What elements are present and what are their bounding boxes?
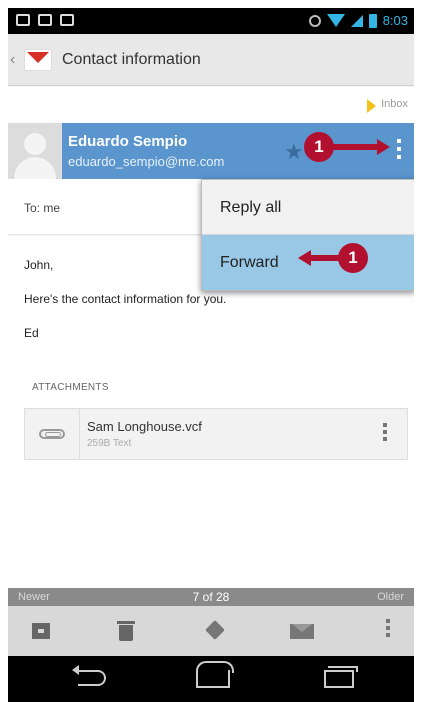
notification-icon [60, 14, 74, 26]
page-title: Contact information [62, 50, 201, 68]
sender-name: Eduardo Sempio [68, 133, 188, 150]
avatar[interactable] [8, 123, 62, 179]
bottom-toolbar [8, 606, 414, 656]
status-bar: 8:03 [8, 8, 414, 34]
status-notifications [16, 14, 74, 26]
gmail-icon[interactable] [24, 48, 52, 71]
recipient-text: To: me [24, 201, 61, 215]
sender-email: eduardo_sempio@me.com [68, 154, 225, 169]
overflow-icon[interactable] [386, 619, 392, 643]
message-line: Ed [24, 326, 39, 340]
status-system: 8:03 [308, 13, 408, 28]
attachment-meta: 259B Text [87, 438, 132, 449]
label-row: Inbox [8, 87, 414, 123]
avatar-body [14, 157, 56, 179]
battery-icon [368, 13, 377, 28]
archive-icon[interactable] [30, 619, 54, 643]
recent-apps-icon[interactable] [324, 666, 358, 688]
phone-screen: 8:03 ‹ Contact information Inbox Eduardo… [8, 8, 414, 702]
label-tag-icon [367, 99, 376, 113]
attachments-heading: ATTACHMENTS [32, 382, 109, 393]
mark-unread-icon[interactable] [290, 619, 314, 643]
system-nav-bar [8, 656, 414, 702]
callout-arrow-top [332, 139, 390, 155]
attachment-overflow-icon[interactable] [383, 423, 387, 441]
conversation-nav: Newer 7 of 28 Older [8, 588, 414, 606]
menu-item-reply-all[interactable]: Reply all [202, 180, 414, 235]
conversation-position: 7 of 28 [192, 590, 230, 604]
label-inbox[interactable]: Inbox [381, 98, 408, 110]
up-caret-icon[interactable]: ‹ [10, 51, 20, 69]
sender-header[interactable]: Eduardo Sempio eduardo_sempio@me.com ★ [8, 123, 414, 179]
home-icon[interactable] [196, 661, 234, 688]
older-button[interactable]: Older [377, 591, 404, 603]
status-time: 8:03 [382, 13, 408, 28]
action-bar: ‹ Contact information [8, 34, 414, 86]
paperclip-icon [39, 429, 65, 439]
wifi-icon [326, 14, 345, 27]
overflow-popup-menu: Reply all Forward [201, 179, 414, 291]
star-icon[interactable]: ★ [284, 139, 304, 165]
back-icon[interactable] [72, 665, 106, 686]
attachment-divider [79, 409, 80, 459]
delete-icon[interactable] [114, 619, 138, 643]
message-line: Here's the contact information for you. [24, 292, 227, 306]
step-callout-top: 1 [304, 132, 334, 162]
attachment-name: Sam Longhouse.vcf [87, 419, 202, 434]
voicemail-icon [38, 14, 52, 26]
attachment-item[interactable]: Sam Longhouse.vcf 259B Text [24, 408, 408, 460]
sync-icon [308, 14, 321, 27]
signal-icon [350, 14, 363, 27]
message-overflow-icon[interactable] [397, 139, 402, 159]
notification-icon [16, 14, 30, 26]
step-callout-menu: 1 [338, 243, 368, 273]
message-line: John, [24, 258, 54, 272]
label-icon[interactable] [204, 619, 228, 643]
avatar-head [24, 133, 46, 155]
